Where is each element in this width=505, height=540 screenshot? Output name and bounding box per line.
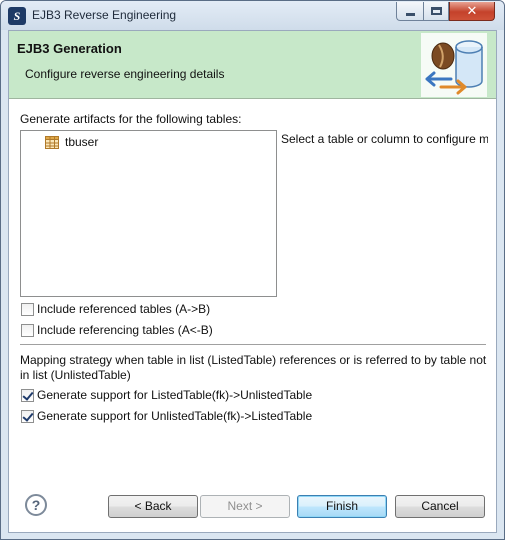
maximize-icon (430, 7, 442, 15)
page-title: EJB3 Generation (17, 41, 122, 56)
tables-label: Generate artifacts for the following tab… (20, 112, 242, 126)
unlisted-to-listed-option[interactable]: Generate support for UnlistedTable(fk)->… (21, 409, 312, 423)
include-referencing-label: Include referencing tables (A<-B) (37, 323, 213, 337)
dialog-content: EJB3 Generation Configure reverse engine… (8, 30, 497, 533)
tables-tree[interactable]: tbuser (20, 130, 277, 297)
tree-item-label: tbuser (65, 135, 99, 149)
cancel-button[interactable]: Cancel (395, 495, 485, 518)
back-button[interactable]: < Back (108, 495, 198, 518)
window-title: EJB3 Reverse Engineering (32, 8, 177, 22)
include-referenced-checkbox[interactable] (21, 302, 34, 316)
include-referenced-option[interactable]: Include referenced tables (A->B) (21, 302, 210, 316)
finish-button[interactable]: Finish (297, 495, 387, 518)
app-logo-icon: S (8, 7, 26, 25)
page-description: Configure reverse engineering details (25, 67, 225, 81)
wizard-header: EJB3 Generation Configure reverse engine… (9, 31, 496, 99)
unlisted-to-listed-label: Generate support for UnlistedTable(fk)->… (37, 409, 313, 423)
button-bar: ? < Back Next > Finish Cancel (9, 473, 496, 532)
close-button[interactable]: ✕ (449, 2, 495, 21)
coffee-bean-database-icon (421, 33, 487, 97)
unlisted-to-listed-checkbox[interactable] (21, 409, 34, 423)
maximize-button[interactable] (423, 2, 449, 21)
minimize-button[interactable] (396, 2, 423, 21)
tree-item-tbuser[interactable]: tbuser (45, 135, 98, 149)
title-bar[interactable]: S EJB3 Reverse Engineering ✕ (1, 1, 504, 30)
dialog-window: S EJB3 Reverse Engineering ✕ EJB3 Genera… (0, 0, 505, 540)
minimize-icon (405, 12, 415, 16)
mapping-strategy-text: Mapping strategy when table in list (Lis… (20, 353, 487, 382)
include-referencing-option[interactable]: Include referencing tables (A<-B) (21, 323, 213, 337)
section-divider (20, 344, 486, 346)
close-icon: ✕ (466, 3, 478, 19)
listed-to-unlisted-label: Generate support for ListedTable(fk)->Un… (37, 388, 313, 402)
table-details-message: Select a table or column to configure m (281, 132, 488, 146)
include-referencing-checkbox[interactable] (21, 323, 34, 337)
next-button[interactable]: Next > (200, 495, 290, 518)
listed-to-unlisted-checkbox[interactable] (21, 388, 34, 402)
listed-to-unlisted-option[interactable]: Generate support for ListedTable(fk)->Un… (21, 388, 312, 402)
help-icon[interactable]: ? (25, 494, 47, 516)
table-icon (45, 135, 59, 149)
include-referenced-label: Include referenced tables (A->B) (37, 302, 211, 316)
